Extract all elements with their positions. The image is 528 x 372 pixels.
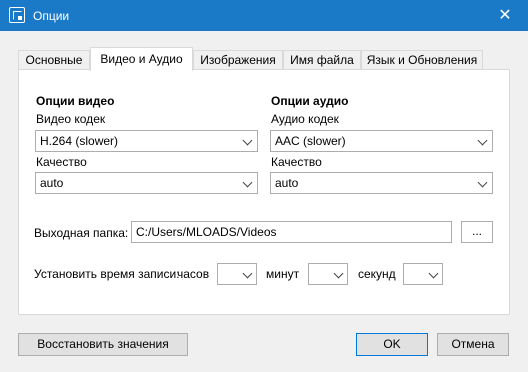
window-title: Опции xyxy=(33,9,70,23)
seconds-select[interactable] xyxy=(403,263,443,285)
output-folder-label: Выходная папка: xyxy=(34,226,129,240)
browse-button[interactable]: ... xyxy=(461,221,493,243)
ok-button[interactable]: OK xyxy=(356,333,428,356)
close-icon[interactable]: ✕ xyxy=(482,0,528,31)
hours-label: часов xyxy=(177,267,210,281)
chevron-down-icon xyxy=(477,135,488,146)
cancel-button[interactable]: Отмена xyxy=(437,333,509,356)
audio-quality-label: Качество xyxy=(271,155,322,169)
video-quality-select[interactable]: auto xyxy=(35,172,258,194)
audio-options-title: Опции аудио xyxy=(271,94,349,108)
tab-general[interactable]: Основные xyxy=(18,50,90,70)
chevron-down-icon xyxy=(242,268,253,279)
video-codec-value: H.264 (slower) xyxy=(40,134,119,148)
audio-codec-label: Аудио кодек xyxy=(271,112,339,126)
video-quality-value: auto xyxy=(40,176,64,190)
tab-panel-video-audio: Опции видео Видео кодек H.264 (slower) К… xyxy=(18,69,510,315)
video-codec-label: Видео кодек xyxy=(36,112,106,126)
tab-video-audio[interactable]: Видео и Аудио xyxy=(90,47,193,71)
chevron-down-icon xyxy=(428,268,439,279)
audio-codec-select[interactable]: AAC (slower) xyxy=(270,130,493,152)
chevron-down-icon xyxy=(477,177,488,188)
output-folder-input[interactable]: C:/Users/MLOADS/Videos xyxy=(131,221,452,243)
restore-defaults-button[interactable]: Восстановить значения xyxy=(18,333,188,356)
audio-quality-value: auto xyxy=(275,176,299,190)
chevron-down-icon xyxy=(242,135,253,146)
tab-language-updates[interactable]: Язык и Обновления xyxy=(361,50,483,70)
title-bar: Опции ✕ xyxy=(0,0,528,31)
minutes-select[interactable] xyxy=(308,263,348,285)
tab-images[interactable]: Изображения xyxy=(193,50,283,70)
chevron-down-icon xyxy=(333,268,344,279)
audio-quality-select[interactable]: auto xyxy=(270,172,493,194)
video-codec-select[interactable]: H.264 (slower) xyxy=(35,130,258,152)
tab-filename[interactable]: Имя файла xyxy=(283,50,361,70)
hours-select[interactable] xyxy=(217,263,257,285)
seconds-label: секунд xyxy=(358,267,396,281)
video-options-title: Опции видео xyxy=(36,94,115,108)
video-quality-label: Качество xyxy=(36,155,87,169)
record-time-label: Установить время записи: xyxy=(34,267,180,281)
audio-codec-value: AAC (slower) xyxy=(275,134,346,148)
chevron-down-icon xyxy=(242,177,253,188)
screenshot-icon xyxy=(9,7,25,23)
minutes-label: минут xyxy=(266,267,300,281)
